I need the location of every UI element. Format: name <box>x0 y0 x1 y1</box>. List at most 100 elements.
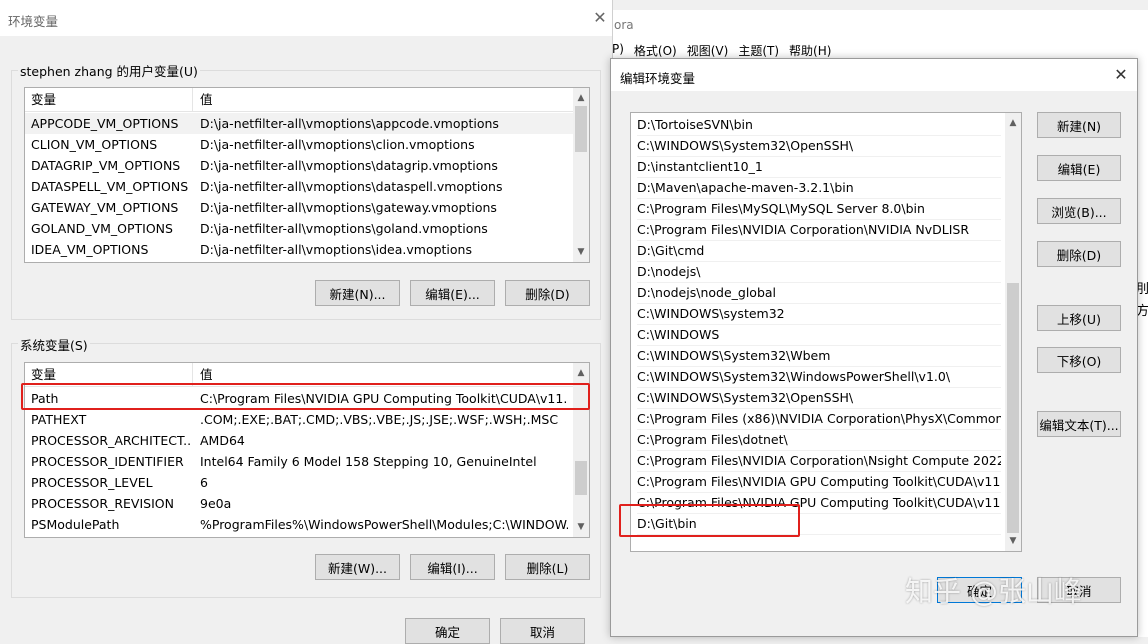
env-ok-button[interactable]: 确定 <box>405 618 490 644</box>
user-edit-button[interactable]: 编辑(E)... <box>410 280 495 306</box>
var-value: AMD64 <box>200 433 245 448</box>
user-new-button[interactable]: 新建(N)... <box>315 280 400 306</box>
close-icon[interactable]: ✕ <box>1113 67 1129 83</box>
table-row[interactable]: GOLAND_VM_OPTIONS D:\ja-netfilter-all\vmo… <box>25 218 573 239</box>
list-item[interactable]: C:\WINDOWS\System32\WindowsPowerShell\v1… <box>637 366 1001 388</box>
var-value: .COM;.EXE;.BAT;.CMD;.VBS;.VBE;.JS;.JSE;.… <box>200 412 559 427</box>
git-bin-highlight-box <box>619 504 800 537</box>
move-up-button[interactable]: 上移(U) <box>1037 305 1121 331</box>
var-value: D:\ja-netfilter-all\vmoptions\idea.vmopt… <box>200 242 472 257</box>
table-row[interactable]: CLION_VM_OPTIONS D:\ja-netfilter-all\vmop… <box>25 134 573 155</box>
table-row[interactable]: PROCESSOR_IDENTIFIER Intel64 Family 6 Mod… <box>25 451 573 472</box>
column-header-variable[interactable]: 变量 <box>31 88 56 111</box>
var-name: PROCESSOR_IDENTIFIER <box>31 454 184 469</box>
var-value: D:\ja-netfilter-all\vmoptions\datagrip.v… <box>200 158 498 173</box>
var-name: PSModulePath <box>31 517 120 532</box>
var-name: PROCESSOR_LEVEL <box>31 475 153 490</box>
var-value: D:\ja-netfilter-all\vmoptions\gateway.vm… <box>200 200 497 215</box>
edit-delete-button[interactable]: 删除(D) <box>1037 241 1121 267</box>
path-entries-list[interactable]: D:\TortoiseSVN\bin C:\WINDOWS\System32\O… <box>630 112 1022 552</box>
env-dialog-titlebar: 环境变量 ✕ <box>0 0 612 36</box>
var-name: CLION_VM_OPTIONS <box>31 137 158 152</box>
path-highlight-box <box>21 383 590 410</box>
user-vars-list[interactable]: 变量 值 APPCODE_VM_OPTIONS D:\ja-netfilter-a… <box>24 87 590 263</box>
var-value: D:\ja-netfilter-all\vmoptions\clion.vmop… <box>200 137 475 152</box>
scroll-up-arrow-icon[interactable]: ▲ <box>573 90 589 106</box>
var-name: PATHEXT <box>31 412 87 427</box>
scroll-down-arrow-icon[interactable]: ▼ <box>573 519 589 535</box>
move-down-button[interactable]: 下移(O) <box>1037 347 1121 373</box>
edit-dialog-title: 编辑环境变量 <box>620 71 696 86</box>
list-item[interactable]: D:\TortoiseSVN\bin <box>637 114 1001 136</box>
scrollbar-thumb[interactable] <box>575 106 587 152</box>
table-row[interactable]: APPCODE_VM_OPTIONS D:\ja-netfilter-all\vm… <box>25 113 573 134</box>
table-row[interactable]: PROCESSOR_REVISION 9e0a <box>25 493 573 514</box>
edit-new-button[interactable]: 新建(N) <box>1037 112 1121 138</box>
list-item[interactable]: C:\WINDOWS\System32\OpenSSH\ <box>637 387 1001 409</box>
var-value: Intel64 Family 6 Model 158 Stepping 10, … <box>200 454 537 469</box>
scroll-up-arrow-icon[interactable]: ▲ <box>573 365 589 381</box>
watermark-text: 知乎 @张山峰 <box>905 575 1082 608</box>
scrollbar-thumb[interactable] <box>1007 283 1019 533</box>
edit-edit-button[interactable]: 编辑(E) <box>1037 155 1121 181</box>
list-item[interactable]: C:\Program Files\dotnet\ <box>637 429 1001 451</box>
var-value: 9e0a <box>200 496 232 511</box>
vertical-scrollbar[interactable]: ▲ ▼ <box>1005 113 1021 551</box>
user-delete-button[interactable]: 删除(D) <box>505 280 590 306</box>
user-vars-group-title: stephen zhang 的用户变量(U) <box>18 61 200 80</box>
edit-browse-button[interactable]: 浏览(B)... <box>1037 198 1121 224</box>
env-cancel-button[interactable]: 取消 <box>500 618 585 644</box>
list-item[interactable]: C:\Program Files (x86)\NVIDIA Corporatio… <box>637 408 1001 430</box>
system-new-button[interactable]: 新建(W)... <box>315 554 400 580</box>
table-row[interactable]: PSModulePath %ProgramFiles%\WindowsPowerS… <box>25 514 573 535</box>
var-name: DATAGRIP_VM_OPTIONS <box>31 158 181 173</box>
list-item[interactable]: C:\WINDOWS\System32\OpenSSH\ <box>637 135 1001 157</box>
list-item[interactable]: C:\Program Files\MySQL\MySQL Server 8.0\… <box>637 198 1001 220</box>
list-header: 变量 值 <box>25 88 573 112</box>
scrollbar-thumb[interactable] <box>575 461 587 495</box>
close-icon[interactable]: ✕ <box>592 10 608 26</box>
var-value: %ProgramFiles%\WindowsPowerShell\Modules… <box>200 517 568 532</box>
list-item[interactable]: D:\Git\cmd <box>637 240 1001 262</box>
vertical-scrollbar[interactable]: ▲ ▼ <box>573 88 589 262</box>
table-row[interactable]: PATHEXT .COM;.EXE;.BAT;.CMD;.VBS;.VBE;.JS… <box>25 409 573 430</box>
list-item[interactable]: C:\WINDOWS\system32 <box>637 303 1001 325</box>
var-value: D:\ja-netfilter-all\vmoptions\goland.vmo… <box>200 221 488 236</box>
list-item[interactable]: C:\Program Files\NVIDIA Corporation\NVID… <box>637 219 1001 241</box>
list-item[interactable]: C:\WINDOWS\System32\Wbem <box>637 345 1001 367</box>
system-edit-button[interactable]: 编辑(I)... <box>410 554 495 580</box>
column-header-value[interactable]: 值 <box>200 88 213 111</box>
table-row[interactable]: DATAGRIP_VM_OPTIONS D:\ja-netfilter-all\v… <box>25 155 573 176</box>
var-value: 6 <box>200 475 208 490</box>
system-vars-group-title: 系统变量(S) <box>18 335 90 354</box>
table-row[interactable]: PROCESSOR_LEVEL 6 <box>25 472 573 493</box>
system-delete-button[interactable]: 删除(L) <box>505 554 590 580</box>
var-name: GATEWAY_VM_OPTIONS <box>31 200 179 215</box>
env-variables-dialog: 环境变量 ✕ stephen zhang 的用户变量(U) 变量 值 APPCO… <box>0 0 613 644</box>
var-name: IDEA_VM_OPTIONS <box>31 242 149 257</box>
scroll-down-arrow-icon[interactable]: ▼ <box>1005 533 1021 549</box>
scroll-up-arrow-icon[interactable]: ▲ <box>1005 115 1021 131</box>
var-name: GOLAND_VM_OPTIONS <box>31 221 173 236</box>
list-item[interactable]: C:\Program Files\NVIDIA Corporation\Nsig… <box>637 450 1001 472</box>
list-item[interactable]: D:\nodejs\ <box>637 261 1001 283</box>
list-item[interactable]: D:\instantclient10_1 <box>637 156 1001 178</box>
edit-text-button[interactable]: 编辑文本(T)... <box>1037 411 1121 437</box>
var-name: DATASPELL_VM_OPTIONS <box>31 179 189 194</box>
list-item[interactable]: D:\Maven\apache-maven-3.2.1\bin <box>637 177 1001 199</box>
table-row[interactable]: GATEWAY_VM_OPTIONS D:\ja-netfilter-all\vm… <box>25 197 573 218</box>
var-value: D:\ja-netfilter-all\vmoptions\dataspell.… <box>200 179 503 194</box>
list-item[interactable]: D:\nodejs\node_global <box>637 282 1001 304</box>
var-name: PROCESSOR_REVISION <box>31 496 174 511</box>
var-name: APPCODE_VM_OPTIONS <box>31 116 179 131</box>
table-row[interactable]: DATASPELL_VM_OPTIONS D:\ja-netfilter-all\… <box>25 176 573 197</box>
var-value: D:\ja-netfilter-all\vmoptions\appcode.vm… <box>200 116 499 131</box>
table-row[interactable]: IDEA_VM_OPTIONS D:\ja-netfilter-all\vmopt… <box>25 239 573 260</box>
scroll-down-arrow-icon[interactable]: ▼ <box>573 244 589 260</box>
table-row[interactable]: PROCESSOR_ARCHITECT... AMD64 <box>25 430 573 451</box>
list-item[interactable]: C:\WINDOWS <box>637 324 1001 346</box>
column-separator[interactable] <box>192 88 193 111</box>
env-dialog-title: 环境变量 <box>8 14 59 29</box>
edit-env-variable-dialog: 编辑环境变量 ✕ D:\TortoiseSVN\bin C:\WINDOWS\S… <box>610 58 1138 637</box>
list-item[interactable]: C:\Program Files\NVIDIA GPU Computing To… <box>637 471 1001 493</box>
